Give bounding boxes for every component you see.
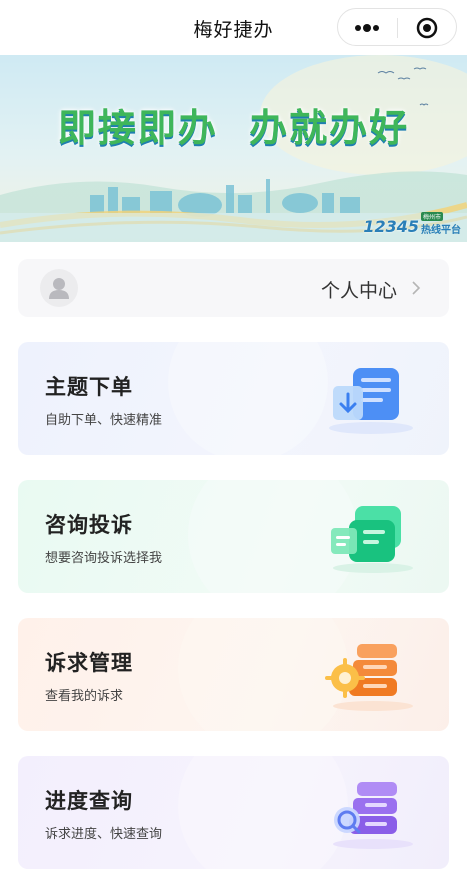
slogan-left: 即接即办	[57, 106, 218, 150]
card-decoration	[168, 342, 328, 455]
personal-center-entry[interactable]: 个人中心	[18, 259, 449, 317]
card-title: 主题下单	[45, 375, 133, 399]
chat-doc-icon	[331, 506, 413, 573]
gear-stack-icon	[325, 644, 413, 711]
miniprogram-capsule	[337, 8, 457, 46]
search-stack-icon	[333, 782, 413, 849]
more-dots-icon	[355, 24, 379, 32]
download-doc-icon	[329, 368, 413, 434]
card-subtitle: 想要咨询投诉选择我	[45, 551, 163, 566]
card-title: 诉求管理	[45, 651, 133, 675]
user-avatar-icon	[49, 278, 69, 299]
card-subtitle: 自助下单、快速精准	[45, 413, 163, 428]
card-title: 进度查询	[45, 789, 133, 813]
card-title: 咨询投诉	[45, 513, 133, 537]
hotline-logo: 12345 梅州市 热线平台	[363, 212, 461, 236]
service-card-consult-complaint[interactable]: 咨询投诉 想要咨询投诉选择我	[18, 480, 449, 593]
hotline-city-badge: 梅州市	[421, 212, 444, 221]
service-card-topic-order[interactable]: 主题下单 自助下单、快速精准	[18, 342, 449, 455]
hero-banner[interactable]: 即接即办 办就办好 12345 梅州市 热线平台	[0, 55, 467, 242]
close-miniprogram-button[interactable]	[398, 9, 457, 47]
card-subtitle: 诉求进度、快速查询	[45, 827, 163, 842]
chevron-right-icon	[412, 281, 421, 295]
slogan-right: 办就办好	[249, 106, 410, 150]
hotline-number: 12345	[363, 217, 419, 236]
hotline-tag: 梅州市 热线平台	[421, 212, 461, 236]
miniprogram-close-icon	[416, 17, 438, 39]
title-bar: 梅好捷办	[0, 0, 467, 55]
personal-center-label: 个人中心	[320, 280, 397, 302]
banner-slogan: 即接即办 办就办好	[0, 97, 467, 152]
service-card-progress-query[interactable]: 进度查询 诉求进度、快速查询	[18, 756, 449, 869]
avatar	[40, 269, 78, 307]
more-button[interactable]	[338, 9, 397, 47]
card-subtitle: 查看我的诉求	[45, 689, 124, 704]
hotline-platform-text: 热线平台	[421, 225, 461, 236]
service-card-appeal-management[interactable]: 诉求管理 查看我的诉求	[18, 618, 449, 731]
